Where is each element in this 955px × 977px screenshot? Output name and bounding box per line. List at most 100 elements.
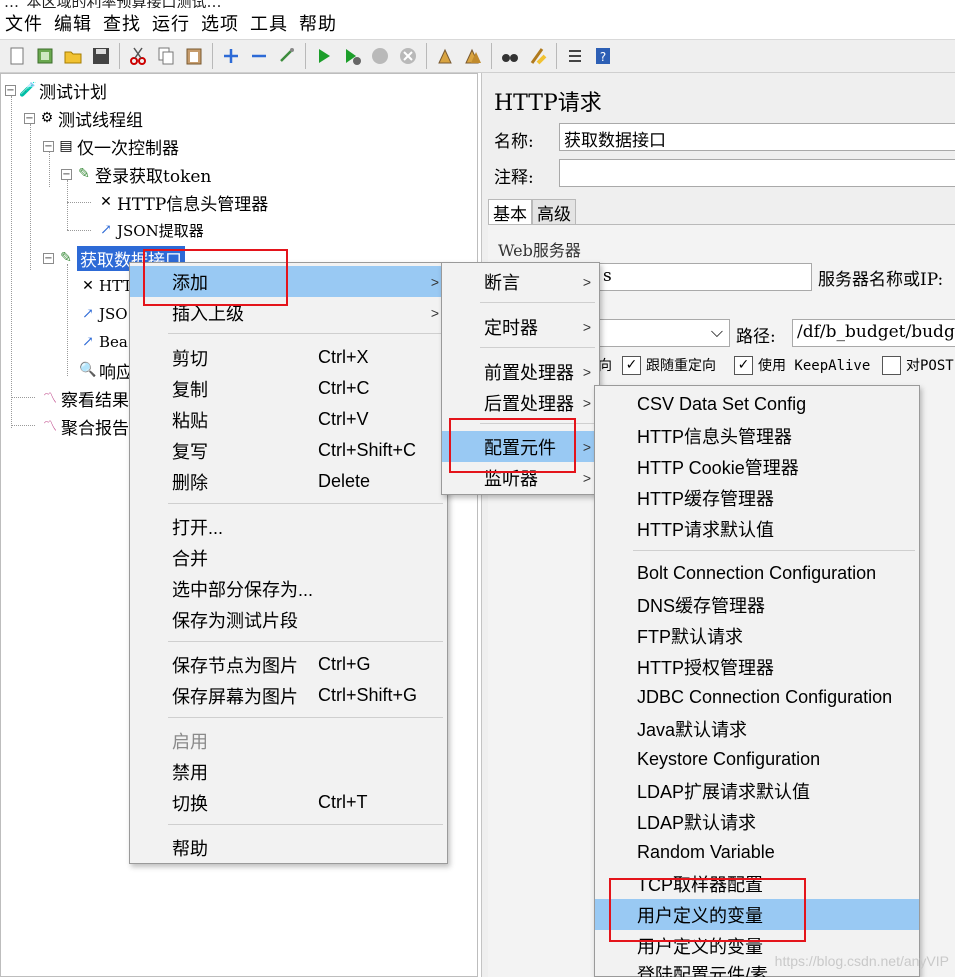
post-multipart-option[interactable]: 对POST xyxy=(882,354,954,376)
menu-edit[interactable]: 编辑 xyxy=(49,10,98,36)
menu-item-ldap-defaults[interactable]: LDAP默认请求 xyxy=(595,806,919,837)
collapse-icon[interactable] xyxy=(247,44,271,68)
start-no-pause-icon[interactable] xyxy=(340,44,364,68)
menu-item-csv-data-set[interactable]: CSV Data Set Config xyxy=(595,389,919,420)
templates-icon[interactable] xyxy=(33,44,57,68)
menu-item-cut[interactable]: 剪切 Ctrl+X xyxy=(130,342,447,373)
menu-item-post-processor[interactable]: 后置处理器 > xyxy=(442,387,599,418)
menu-item-pre-processor[interactable]: 前置处理器 > xyxy=(442,356,599,387)
paste-icon[interactable] xyxy=(182,44,206,68)
menu-item-random-variable[interactable]: Random Variable xyxy=(595,837,919,868)
menu-item-insert-parent[interactable]: 插入上级 > xyxy=(130,297,447,328)
chevron-right-icon: > xyxy=(582,318,591,335)
method-select[interactable]: ⌵ xyxy=(598,319,730,347)
follow-redirects-checkbox[interactable]: ✓ xyxy=(622,355,641,375)
tree-node-child-response[interactable]: 🔍 响应 xyxy=(79,357,133,383)
menu-item-disable[interactable]: 禁用 xyxy=(130,756,447,787)
collapse-toggle-icon[interactable]: − xyxy=(5,84,16,96)
tree-node-thread-group[interactable]: − ⚙ 测试线程组 xyxy=(24,105,143,131)
menu-file[interactable]: 文件 xyxy=(0,10,49,36)
menu-item-user-defined-variables[interactable]: 用户定义的变量 xyxy=(595,899,919,930)
menu-item-open[interactable]: 打开... xyxy=(130,511,447,542)
save-icon[interactable] xyxy=(89,44,113,68)
collapse-toggle-icon[interactable]: − xyxy=(61,168,72,180)
menu-item-ftp-defaults[interactable]: FTP默认请求 xyxy=(595,620,919,651)
menu-item-jdbc-connection[interactable]: JDBC Connection Configuration xyxy=(595,682,919,713)
menu-item-listener[interactable]: 监听器 > xyxy=(442,462,599,493)
tree-node-child-http[interactable]: ✕ HTT xyxy=(79,273,132,299)
menu-search[interactable]: 查找 xyxy=(98,10,147,36)
menu-item-java-defaults[interactable]: Java默认请求 xyxy=(595,713,919,744)
name-field[interactable]: 获取数据接口 xyxy=(559,123,955,151)
keepalive-checkbox[interactable]: ✓ xyxy=(734,355,753,375)
menu-item-bolt-connection[interactable]: Bolt Connection Configuration xyxy=(595,558,919,589)
menu-item-delete[interactable]: 删除 Delete xyxy=(130,466,447,497)
name-label: 名称: xyxy=(494,132,534,152)
expand-icon[interactable] xyxy=(219,44,243,68)
menu-item-dns-cache-manager[interactable]: DNS缓存管理器 xyxy=(595,589,919,620)
function-helper-icon[interactable] xyxy=(563,44,587,68)
tree-node-view-results[interactable]: 〽 察看结果 xyxy=(41,385,129,411)
keepalive-option[interactable]: ✓ 使用 KeepAlive xyxy=(734,354,870,376)
menu-item-timer[interactable]: 定时器 > xyxy=(442,311,599,342)
menu-item-http-cookie-manager[interactable]: HTTP Cookie管理器 xyxy=(595,451,919,482)
tree-node-child-bea[interactable]: ↗ Bea xyxy=(79,329,128,355)
menu-item-paste[interactable]: 粘贴 Ctrl+V xyxy=(130,404,447,435)
cut-icon[interactable] xyxy=(126,44,150,68)
tree-guide xyxy=(67,230,91,231)
tree-node-login-sampler[interactable]: − ✎ 登录获取token xyxy=(61,161,211,187)
help-icon[interactable]: ? xyxy=(591,44,615,68)
menu-item-http-request-defaults[interactable]: HTTP请求默认值 xyxy=(595,513,919,544)
protocol-field[interactable]: s xyxy=(598,263,812,291)
menu-item-merge[interactable]: 合并 xyxy=(130,542,447,573)
menu-item-add[interactable]: 添加 > xyxy=(130,266,447,297)
clear-all-icon[interactable] xyxy=(461,44,485,68)
menu-options[interactable]: 选项 xyxy=(196,10,245,36)
start-icon[interactable] xyxy=(312,44,336,68)
menu-item-config-element[interactable]: 配置元件 > xyxy=(442,431,599,462)
stop-icon[interactable] xyxy=(368,44,392,68)
tree-node-aggregate-report[interactable]: 〽 聚合报告 xyxy=(41,413,129,439)
tree-node-once-controller[interactable]: − ▤ 仅一次控制器 xyxy=(43,133,179,159)
menu-help[interactable]: 帮助 xyxy=(294,10,343,36)
collapse-toggle-icon[interactable]: − xyxy=(43,140,54,152)
tab-advanced[interactable]: 高级 xyxy=(532,199,576,225)
menu-item-save-node-image[interactable]: 保存节点为图片 Ctrl+G xyxy=(130,649,447,680)
menu-item-duplicate[interactable]: 复写 Ctrl+Shift+C xyxy=(130,435,447,466)
clear-icon[interactable] xyxy=(433,44,457,68)
menu-item-copy[interactable]: 复制 Ctrl+C xyxy=(130,373,447,404)
chevron-right-icon: > xyxy=(582,363,591,380)
menu-item-save-fragment[interactable]: 保存为测试片段 xyxy=(130,604,447,635)
menu-item-http-header-manager[interactable]: HTTP信息头管理器 xyxy=(595,420,919,451)
menu-run[interactable]: 运行 xyxy=(147,10,196,36)
menu-item-ldap-extended-defaults[interactable]: LDAP扩展请求默认值 xyxy=(595,775,919,806)
open-icon[interactable] xyxy=(61,44,85,68)
path-field[interactable]: /df/b_budget/budge xyxy=(792,319,955,347)
collapse-toggle-icon[interactable]: − xyxy=(43,252,54,264)
menu-item-http-cache-manager[interactable]: HTTP缓存管理器 xyxy=(595,482,919,513)
follow-redirects-option[interactable]: ✓ 跟随重定向 xyxy=(622,354,716,376)
menu-tools[interactable]: 工具 xyxy=(245,10,294,36)
tree-node-test-plan[interactable]: − 🧪 测试计划 xyxy=(5,77,107,103)
new-icon[interactable] xyxy=(5,44,29,68)
search-icon[interactable] xyxy=(498,44,522,68)
menu-item-help[interactable]: 帮助 xyxy=(130,832,447,863)
tree-node-child-json[interactable]: ↗ JSO xyxy=(79,301,127,327)
menu-item-keystore-config[interactable]: Keystore Configuration xyxy=(595,744,919,775)
tab-basic[interactable]: 基本 xyxy=(488,199,532,225)
post-multipart-checkbox[interactable] xyxy=(882,355,901,375)
menu-item-tcp-sampler-config[interactable]: TCP取样器配置 xyxy=(595,868,919,899)
shutdown-icon[interactable] xyxy=(396,44,420,68)
tree-node-json-extractor[interactable]: ↗ JSON提取器 xyxy=(97,217,204,243)
menu-item-save-selection[interactable]: 选中部分保存为... xyxy=(130,573,447,604)
menu-item-save-screen-image[interactable]: 保存屏幕为图片 Ctrl+Shift+G xyxy=(130,680,447,711)
menu-item-http-auth-manager[interactable]: HTTP授权管理器 xyxy=(595,651,919,682)
collapse-toggle-icon[interactable]: − xyxy=(24,112,35,124)
menu-item-toggle[interactable]: 切换 Ctrl+T xyxy=(130,787,447,818)
reset-search-icon[interactable] xyxy=(526,44,550,68)
menu-item-assertion[interactable]: 断言 > xyxy=(442,266,599,297)
tree-node-header-manager[interactable]: ✕ HTTP信息头管理器 xyxy=(97,189,268,215)
copy-icon[interactable] xyxy=(154,44,178,68)
comment-field[interactable] xyxy=(559,159,955,187)
toggle-icon[interactable] xyxy=(275,44,299,68)
